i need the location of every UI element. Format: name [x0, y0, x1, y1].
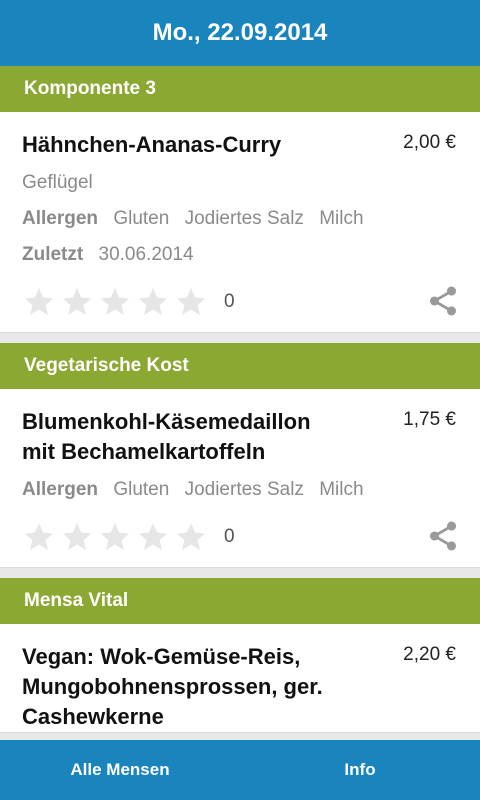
meal-name-line: Cashewkerne: [22, 704, 164, 729]
section-header-vegetarische-kost: Vegetarische Kost: [0, 343, 480, 389]
rating-row: 0: [22, 507, 458, 567]
allergen-item: Milch: [319, 479, 364, 500]
meal-name: Vegan: Wok-Gemüse-Reis, Mungobohnenspros…: [22, 642, 458, 732]
section-header-mensa-vital: Mensa Vital: [0, 578, 480, 624]
meal-price: 1,75 €: [403, 409, 456, 430]
star-icon[interactable]: [60, 285, 94, 319]
meal-name-line: Blumenkohl-Käsemedaillon: [22, 409, 311, 434]
star-icon[interactable]: [60, 520, 94, 554]
section-label: Mensa Vital: [24, 590, 129, 611]
star-icon[interactable]: [98, 285, 132, 319]
allergen-item: Jodiertes Salz: [184, 208, 304, 229]
date-title: Mo., 22.09.2014: [152, 19, 328, 46]
star-icon[interactable]: [136, 520, 170, 554]
info-label: Info: [344, 760, 376, 779]
star-icon[interactable]: [22, 520, 56, 554]
last-served-label: Zuletzt: [22, 244, 84, 265]
allergen-item: Gluten: [113, 479, 170, 500]
share-icon[interactable]: [426, 284, 460, 318]
date-header: Mo., 22.09.2014: [0, 0, 480, 66]
meal-price: 2,20 €: [403, 644, 456, 665]
meal-card[interactable]: Vegan: Wok-Gemüse-Reis, Mungobohnenspros…: [0, 624, 480, 733]
share-icon[interactable]: [426, 519, 460, 553]
meal-card[interactable]: Hähnchen-Ananas-Curry 2,00 € Geflügel Al…: [0, 112, 480, 333]
section-label: Komponente 3: [24, 78, 156, 99]
all-canteens-button[interactable]: Alle Mensen: [0, 740, 240, 800]
category-text: Geflügel: [22, 172, 93, 193]
allergen-label: Allergen: [22, 208, 99, 229]
allergen-item: Gluten: [113, 208, 170, 229]
menu-list[interactable]: Komponente 3 Hähnchen-Ananas-Curry 2,00 …: [0, 66, 480, 740]
meal-name-line: Vegan: Wok-Gemüse-Reis,: [22, 644, 301, 669]
rating-count: 0: [224, 526, 235, 547]
all-canteens-label: Alle Mensen: [70, 760, 170, 779]
star-icon[interactable]: [98, 520, 132, 554]
section-header-komponente-3: Komponente 3: [0, 66, 480, 112]
meal-name: Hähnchen-Ananas-Curry: [22, 132, 282, 157]
meal-price: 2,00 €: [403, 132, 456, 153]
star-icon[interactable]: [174, 520, 208, 554]
info-button[interactable]: Info: [240, 740, 480, 800]
rating-row: 0: [22, 272, 458, 332]
meal-card[interactable]: Blumenkohl-Käsemedaillon mit Bechamelkar…: [0, 389, 480, 568]
section-label: Vegetarische Kost: [24, 355, 189, 376]
bottom-nav: Alle Mensen Info: [0, 740, 480, 800]
star-icon[interactable]: [136, 285, 170, 319]
meal-name: Blumenkohl-Käsemedaillon mit Bechamelkar…: [22, 407, 458, 467]
allergen-label: Allergen: [22, 479, 99, 500]
allergen-item: Milch: [319, 208, 364, 229]
star-icon[interactable]: [174, 285, 208, 319]
last-served-date: 30.06.2014: [98, 244, 194, 265]
meal-name-line: mit Bechamelkartoffeln: [22, 439, 266, 464]
allergen-row: Allergen Gluten Jodiertes Salz Milch: [22, 206, 458, 232]
meal-category: Geflügel: [22, 170, 458, 196]
allergen-row: Allergen Gluten Jodiertes Salz Milch: [22, 477, 458, 503]
last-served-row: Zuletzt 30.06.2014: [22, 242, 458, 268]
meal-name-line: Mungobohnensprossen, ger.: [22, 674, 323, 699]
star-icon[interactable]: [22, 285, 56, 319]
allergen-item: Jodiertes Salz: [184, 479, 304, 500]
rating-count: 0: [224, 291, 235, 312]
